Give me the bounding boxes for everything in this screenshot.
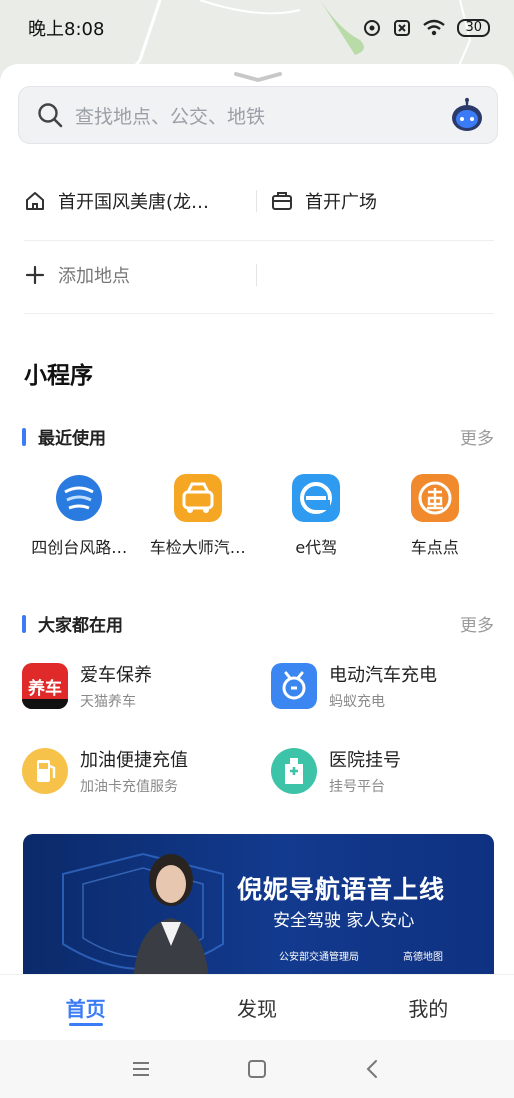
popular-more-link[interactable]: 更多 bbox=[460, 611, 494, 636]
recent-app-car-inspection[interactable]: 车检大师汽… bbox=[139, 474, 258, 558]
menu-icon[interactable] bbox=[129, 1057, 153, 1081]
popular-item-title: 医院挂号 bbox=[329, 750, 401, 771]
tab-home-label: 首页 bbox=[65, 997, 106, 1021]
divider bbox=[24, 240, 494, 241]
recent-app-car-dot[interactable]: 车点点 bbox=[376, 474, 495, 558]
add-place-row: 添加地点 bbox=[24, 262, 494, 288]
tab-discover[interactable]: 发现 bbox=[171, 975, 342, 1040]
popular-item-hospital[interactable]: 医院挂号 挂号平台 bbox=[271, 746, 401, 796]
mini-programs-title: 小程序 bbox=[24, 363, 93, 389]
recent-app-typhoon[interactable]: 四创台风路… bbox=[20, 474, 139, 558]
quick-places-row: 首开国风美唐(龙… 首开广场 bbox=[24, 188, 494, 214]
home-icon bbox=[26, 192, 44, 210]
search-bar[interactable]: 查找地点、公交、地铁 bbox=[18, 86, 498, 144]
sheet-drag-handle[interactable] bbox=[234, 72, 282, 82]
typhoon-icon bbox=[56, 475, 103, 521]
quick-divider bbox=[256, 190, 257, 212]
system-navigation-bar bbox=[0, 1040, 514, 1098]
tab-mine-label: 我的 bbox=[408, 997, 449, 1021]
recent-app-name: 四创台风路… bbox=[31, 538, 128, 557]
quick-divider bbox=[256, 264, 257, 286]
location-status-icon bbox=[364, 20, 381, 36]
plus-icon bbox=[25, 265, 45, 285]
add-place-label: 添加地点 bbox=[58, 266, 130, 287]
active-tab-indicator bbox=[68, 1023, 103, 1026]
recent-app-name: 车点点 bbox=[410, 538, 459, 557]
search-icon bbox=[38, 103, 63, 128]
recent-more-link[interactable]: 更多 bbox=[460, 424, 494, 449]
popular-item-subtitle: 天猫养车 bbox=[80, 694, 136, 710]
fuel-icon bbox=[22, 748, 68, 794]
recent-title: 最近使用 bbox=[38, 429, 106, 449]
sim-status-icon bbox=[394, 20, 411, 36]
tab-mine[interactable]: 我的 bbox=[343, 975, 514, 1040]
popular-item-subtitle: 加油卡充值服务 bbox=[80, 779, 178, 795]
popular-item-subtitle: 蚂蚁充电 bbox=[329, 694, 385, 710]
hospital-icon bbox=[271, 748, 317, 794]
popular-item-title: 爱车保养 bbox=[80, 665, 152, 686]
section-accent-bar bbox=[22, 614, 26, 633]
add-place-button[interactable]: 添加地点 bbox=[24, 262, 256, 288]
popular-item-ev-charging[interactable]: 电动汽车充电 蚂蚁充电 bbox=[271, 661, 437, 711]
home-place[interactable]: 首开国风美唐(龙… bbox=[24, 188, 256, 214]
recent-app-name: 车检大师汽… bbox=[149, 538, 246, 557]
ev-charging-icon bbox=[271, 663, 317, 709]
wifi-icon bbox=[423, 19, 446, 36]
popular-item-subtitle: 挂号平台 bbox=[329, 779, 385, 795]
work-place-label: 首开广场 bbox=[305, 192, 377, 213]
work-place[interactable]: 首开广场 bbox=[271, 188, 377, 214]
popular-item-fuel[interactable]: 加油便捷充值 加油卡充值服务 bbox=[22, 746, 188, 796]
recent-header: 最近使用 更多 bbox=[22, 424, 494, 449]
tab-home[interactable]: 首页 bbox=[0, 975, 171, 1040]
banner-headline: 倪妮导航语音上线 bbox=[237, 875, 446, 904]
spokesperson-image bbox=[133, 854, 209, 984]
banner-credit-right: 高德地图 bbox=[403, 952, 443, 963]
back-icon[interactable] bbox=[361, 1057, 385, 1081]
home-square-icon[interactable] bbox=[245, 1057, 269, 1081]
bottom-sheet: 查找地点、公交、地铁 首开国风美唐(龙… 首开广场 添加地点 小程序 最近使用 … bbox=[0, 64, 514, 1040]
popular-item-car-care[interactable]: 养车 爱车保养 天猫养车 bbox=[22, 661, 152, 711]
recent-apps: 四创台风路… 车检大师汽… e代驾 车点点 bbox=[20, 474, 494, 558]
car-care-icon-text: 养车 bbox=[28, 678, 62, 699]
popular-header: 大家都在用 更多 bbox=[22, 611, 494, 636]
recent-app-name: e代驾 bbox=[295, 538, 338, 557]
divider bbox=[24, 313, 494, 314]
e-driver-icon bbox=[292, 474, 341, 522]
bottom-tab-bar: 首页 发现 我的 bbox=[0, 974, 514, 1040]
popular-title: 大家都在用 bbox=[38, 616, 123, 636]
car-inspection-icon bbox=[173, 474, 222, 522]
banner-subline: 安全驾驶 家人安心 bbox=[273, 911, 415, 931]
status-bar: 晚上8:08 30 bbox=[0, 0, 514, 56]
status-time: 晚上8:08 bbox=[28, 19, 105, 40]
banner-credit-left: 公安部交通管理局 bbox=[279, 952, 359, 963]
car-care-icon: 养车 bbox=[22, 663, 68, 709]
briefcase-icon bbox=[272, 192, 292, 210]
popular-item-title: 加油便捷充值 bbox=[80, 750, 188, 771]
battery-indicator: 30 bbox=[457, 19, 490, 37]
assistant-robot-icon[interactable] bbox=[449, 97, 485, 133]
home-place-label: 首开国风美唐(龙… bbox=[58, 192, 210, 213]
car-dot-icon bbox=[410, 474, 459, 522]
promo-banner[interactable]: 倪妮导航语音上线 安全驾驶 家人安心 公安部交通管理局 高德地图 bbox=[23, 834, 494, 984]
tab-discover-label: 发现 bbox=[236, 997, 277, 1021]
recent-app-e-driver[interactable]: e代驾 bbox=[257, 474, 376, 558]
search-placeholder[interactable]: 查找地点、公交、地铁 bbox=[75, 102, 449, 129]
popular-item-title: 电动汽车充电 bbox=[329, 665, 437, 686]
section-accent-bar bbox=[22, 427, 26, 446]
